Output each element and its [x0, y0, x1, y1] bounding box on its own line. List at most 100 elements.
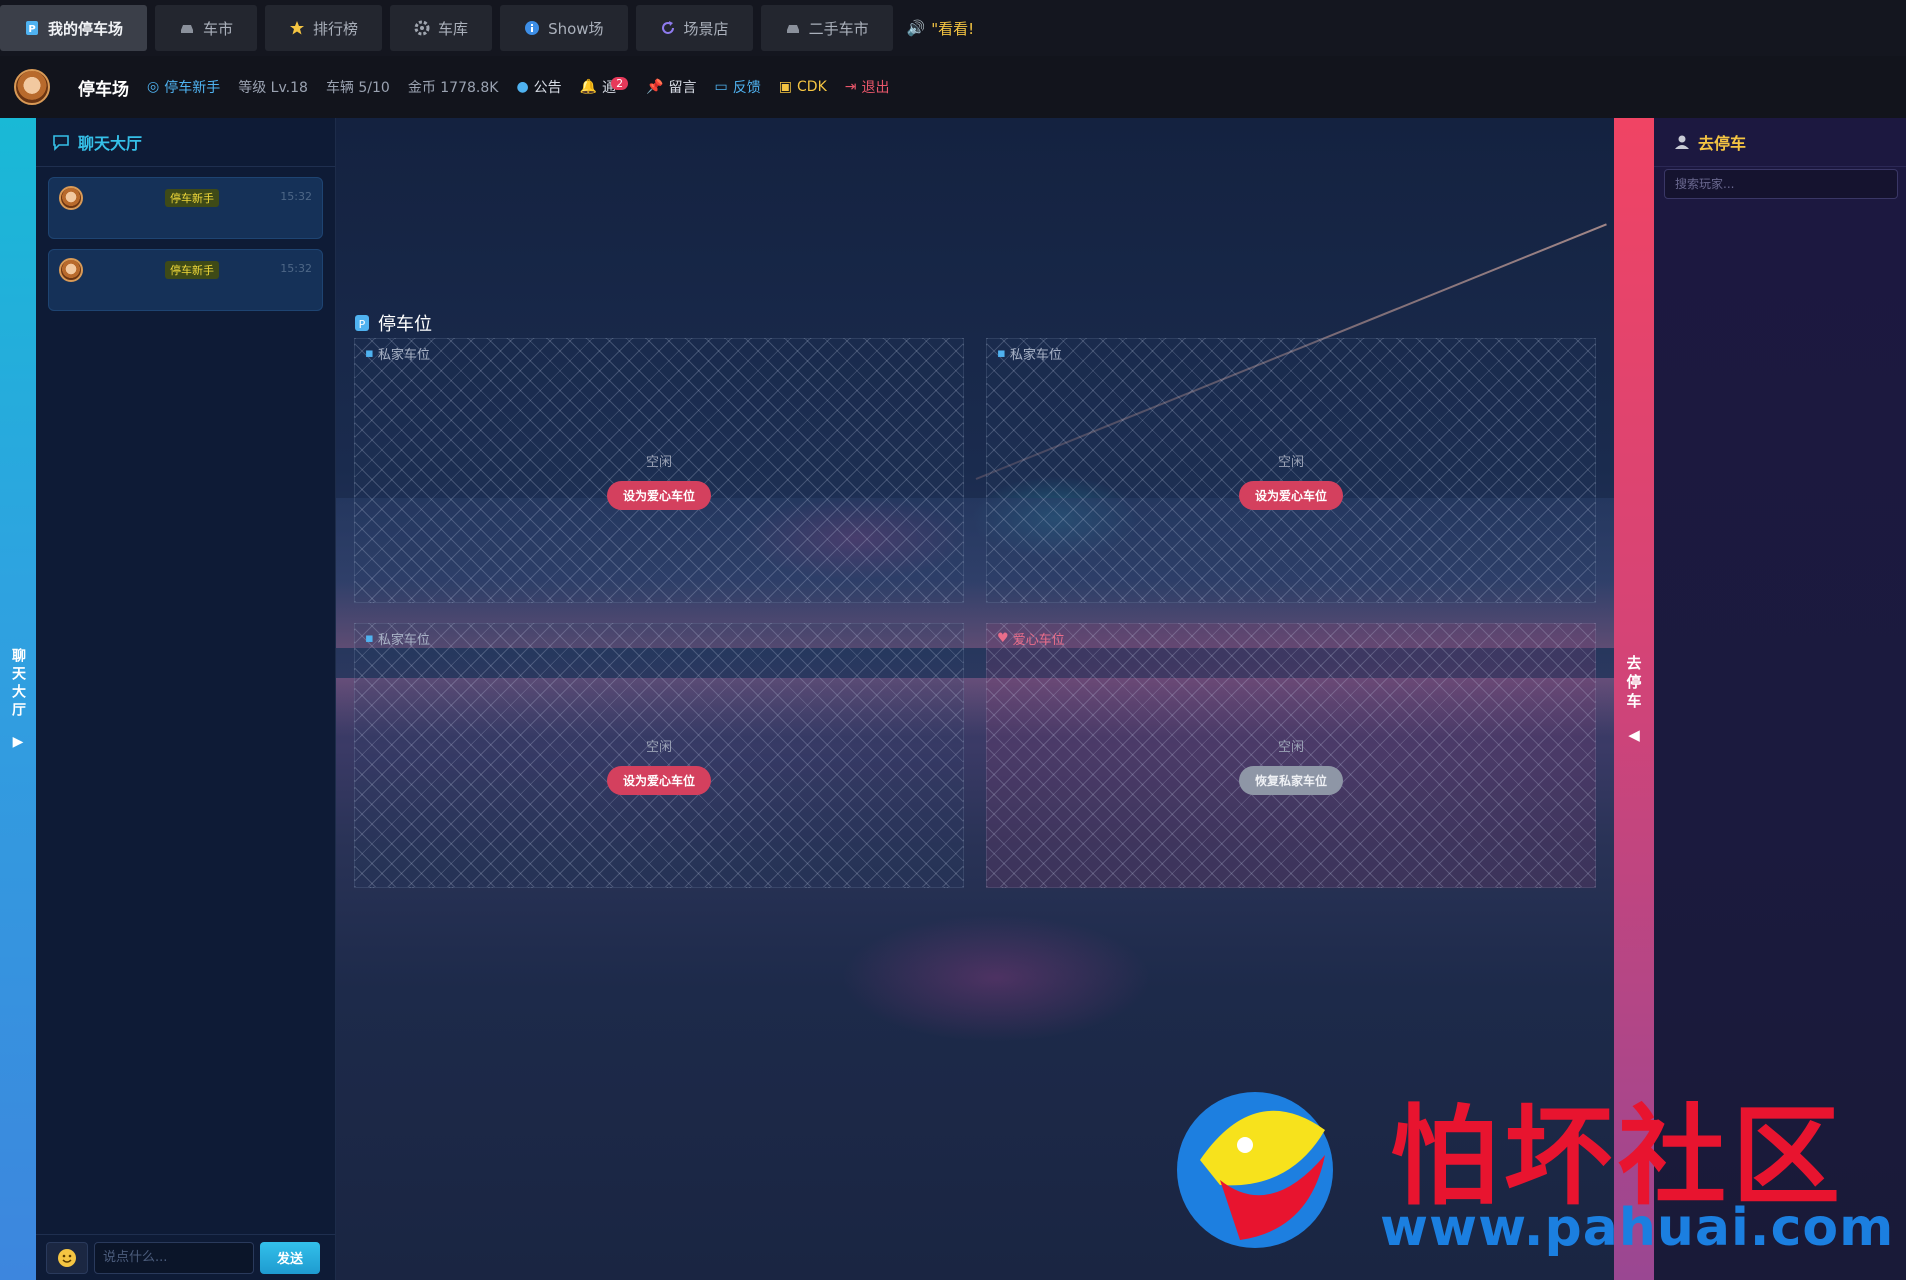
parking-icon: P — [355, 315, 369, 331]
gift-icon: ▣ — [778, 79, 793, 95]
message-board-label: 留言 — [668, 80, 697, 96]
avatar[interactable] — [59, 186, 83, 210]
tab-leaderboard[interactable]: 排行榜 — [265, 5, 383, 51]
parking-section-title: P 停车位 — [354, 310, 432, 336]
slot-status: 空闲 — [645, 740, 672, 755]
chat-input-row: 发送 — [36, 1234, 335, 1280]
car-count-text: 车辆 5/10 — [325, 80, 390, 96]
cdk-link[interactable]: ▣ CDK — [779, 79, 827, 95]
slot-status: 空闲 — [1277, 455, 1304, 470]
cdk-label: CDK — [797, 79, 827, 95]
avatar[interactable] — [59, 258, 83, 282]
tab-label: 二手车市 — [808, 19, 869, 38]
feedback-link[interactable]: ▭ 反馈 — [715, 77, 761, 97]
chat-icon — [53, 135, 69, 151]
svg-text:P: P — [359, 318, 366, 331]
restore-private-slot-button[interactable]: 恢复私家车位 — [1238, 766, 1344, 795]
tab-used-car-market[interactable]: 二手车市 — [760, 5, 893, 51]
chat-panel: 聊天大厅 停车新手 15:32 停车新手 15:32 发送 — [36, 118, 336, 1280]
gear-icon — [414, 20, 430, 36]
emoji-button[interactable] — [46, 1241, 88, 1274]
collapse-left-icon: ◀ — [1628, 725, 1640, 744]
car-icon — [181, 25, 194, 33]
tab-label: 场景店 — [683, 19, 729, 38]
chat-toggle-strip[interactable]: 聊天大厅 ▶ — [0, 118, 36, 1280]
tab-show[interactable]: Show场 — [500, 5, 628, 51]
user-rank-badge: 停车新手 — [165, 261, 219, 279]
go-park-title: 去停车 — [1698, 134, 1747, 153]
svg-text:P: P — [28, 24, 35, 35]
slot-type-text: 爱心车位 — [1012, 633, 1065, 648]
slot-status: 空闲 — [645, 455, 672, 470]
tab-label: 我的停车场 — [48, 19, 124, 38]
parking-title-text: 停车位 — [378, 314, 432, 335]
level-text: 等级 Lv.18 — [238, 80, 308, 96]
rank-title-text: 停车新手 — [164, 80, 221, 96]
slot-type: ▪ 私家车位 — [365, 344, 430, 363]
parking-slot[interactable]: ▪ 私家车位 空闲 设为爱心车位 — [986, 338, 1596, 603]
player-search-input[interactable] — [1664, 169, 1898, 199]
notifications-link[interactable]: 🔔 通 2 — [579, 76, 629, 97]
chat-message: 停车新手 15:32 — [48, 249, 323, 311]
slot-type: ♥ 爱心车位 — [997, 629, 1065, 648]
top-navigation: P 我的停车场 车市 排行榜 车库 Show场 场景店 二手车市 🔊 "看看! — [0, 0, 1906, 56]
tab-label: 车库 — [438, 19, 469, 38]
bell-icon: 🔔 — [579, 79, 598, 95]
slot-type-text: 私家车位 — [377, 348, 430, 363]
star-icon — [290, 21, 305, 35]
chat-title: 聊天大厅 — [78, 134, 143, 153]
slot-type-text: 私家车位 — [377, 633, 430, 648]
pin-icon: 📌 — [646, 79, 664, 95]
info-icon: ● — [516, 79, 529, 95]
slot-type: ▪ 私家车位 — [365, 629, 430, 648]
go-park-toggle-label: 去停车 — [1624, 654, 1643, 712]
chat-message-input[interactable] — [94, 1241, 254, 1274]
message-time: 15:32 — [280, 190, 312, 203]
info-icon — [525, 21, 540, 35]
parking-lot-name: 停车场 — [78, 79, 129, 100]
message-time: 15:32 — [280, 262, 312, 275]
slot-status: 空闲 — [1277, 740, 1304, 755]
tab-scene-shop[interactable]: 场景店 — [635, 5, 753, 51]
announcement-label: 公告 — [533, 80, 562, 96]
set-love-slot-button[interactable]: 设为爱心车位 — [606, 481, 712, 510]
lock-icon: ▪ — [997, 346, 1006, 361]
set-love-slot-button[interactable]: 设为爱心车位 — [1238, 481, 1344, 510]
car-icon — [786, 25, 799, 33]
send-button[interactable]: 发送 — [260, 1241, 320, 1274]
go-park-toggle-strip[interactable]: 去停车 ◀ — [1614, 118, 1654, 1280]
avatar[interactable] — [14, 69, 50, 105]
chat-toggle-label: 聊天大厅 — [10, 648, 26, 720]
parking-slot[interactable]: ▪ 私家车位 空闲 设为爱心车位 — [354, 338, 964, 603]
refresh-icon — [661, 21, 674, 34]
logout-label: 退出 — [861, 80, 890, 96]
tab-garage[interactable]: 车库 — [390, 5, 493, 51]
tab-label: 车市 — [203, 19, 234, 38]
speaker-icon: 🔊 — [906, 19, 926, 37]
target-icon: ◎ — [147, 79, 160, 95]
tab-my-parking[interactable]: P 我的停车场 — [0, 5, 148, 51]
user-icon — [1675, 135, 1689, 149]
go-park-panel: 去停车 — [1654, 118, 1906, 1280]
user-info-bar: 停车场 ◎ 停车新手 等级 Lv.18 车辆 5/10 金币 1778.8K ●… — [0, 56, 1906, 119]
tab-label: Show场 — [548, 19, 604, 38]
tab-car-market[interactable]: 车市 — [155, 5, 258, 51]
coins-text: 金币 1778.8K — [407, 80, 499, 96]
parking-slot[interactable]: ▪ 私家车位 空闲 设为爱心车位 — [354, 623, 964, 888]
message-board-link[interactable]: 📌 留言 — [646, 77, 696, 97]
comment-icon: ▭ — [714, 79, 728, 95]
notice-banner[interactable]: 🔊 "看看! — [907, 18, 975, 39]
slot-type-text: 私家车位 — [1009, 348, 1062, 363]
chat-header: 聊天大厅 — [36, 118, 335, 167]
logout-link[interactable]: ⇥ 退出 — [845, 77, 890, 97]
notice-text: "看看! — [931, 19, 975, 38]
lock-icon: ▪ — [365, 346, 374, 361]
expand-right-icon: ▶ — [12, 734, 24, 750]
parking-icon: P — [26, 21, 38, 35]
logout-icon: ⇥ — [844, 79, 857, 95]
rank-title: ◎ 停车新手 — [147, 77, 220, 97]
parking-slot[interactable]: ♥ 爱心车位 空闲 恢复私家车位 — [986, 623, 1596, 888]
set-love-slot-button[interactable]: 设为爱心车位 — [606, 766, 712, 795]
announcement-link[interactable]: ● 公告 — [516, 77, 561, 97]
heart-icon: ♥ — [997, 631, 1009, 646]
